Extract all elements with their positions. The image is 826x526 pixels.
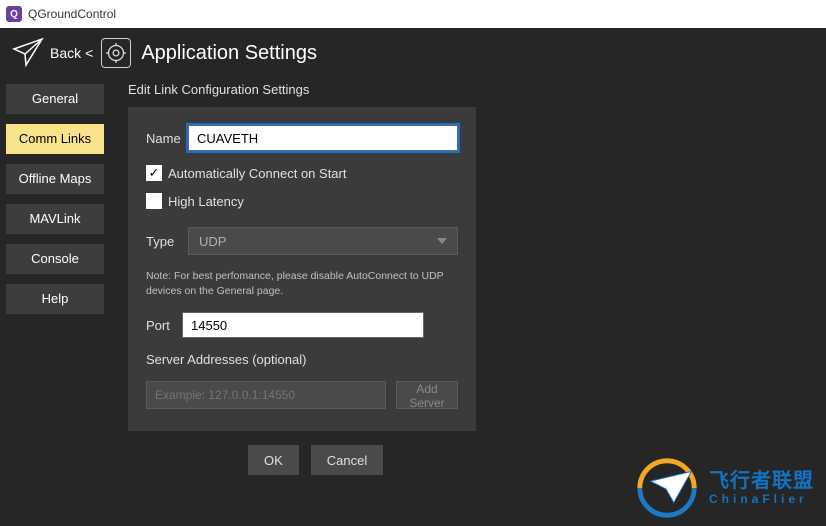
section-title: Edit Link Configuration Settings (128, 82, 826, 97)
watermark-en: ChinaFlier (709, 493, 808, 505)
sidebar-item-mavlink[interactable]: MAVLink (6, 204, 104, 234)
chevron-down-icon (437, 238, 447, 244)
page-title: Application Settings (141, 42, 317, 65)
server-address-input[interactable] (146, 381, 386, 409)
ok-button[interactable]: OK (248, 445, 299, 475)
type-label: Type (146, 234, 188, 249)
app-frame: Back < Application Settings General Comm… (0, 28, 826, 526)
name-label: Name (146, 131, 188, 146)
auto-connect-checkbox[interactable]: ✓ (146, 165, 162, 181)
paper-plane-icon[interactable] (12, 37, 44, 69)
gear-icon (106, 43, 126, 63)
back-chevron[interactable]: < (85, 45, 93, 61)
port-label: Port (146, 318, 182, 333)
high-latency-label: High Latency (168, 194, 244, 209)
name-input[interactable] (188, 125, 458, 151)
port-input[interactable] (182, 312, 424, 338)
settings-icon-box[interactable] (101, 38, 131, 68)
window-title: QGroundControl (28, 7, 116, 21)
type-selected: UDP (199, 234, 226, 249)
server-addresses-label: Server Addresses (optional) (146, 352, 458, 367)
globe-plane-icon (633, 454, 701, 522)
watermark-cn: 飞行者联盟 (709, 471, 814, 491)
sidebar-item-console[interactable]: Console (6, 244, 104, 274)
cancel-button[interactable]: Cancel (311, 445, 383, 475)
add-server-button[interactable]: Add Server (396, 381, 458, 409)
high-latency-checkbox[interactable] (146, 193, 162, 209)
window-titlebar: Q QGroundControl (0, 0, 826, 28)
type-select[interactable]: UDP (188, 227, 458, 255)
edit-link-panel: Name ✓ Automatically Connect on Start Hi… (128, 107, 476, 431)
sidebar-item-general[interactable]: General (6, 84, 104, 114)
auto-connect-label: Automatically Connect on Start (168, 166, 346, 181)
sidebar: General Comm Links Offline Maps MAVLink … (0, 78, 110, 475)
sidebar-item-comm-links[interactable]: Comm Links (6, 124, 104, 154)
sidebar-item-help[interactable]: Help (6, 284, 104, 314)
sidebar-item-offline-maps[interactable]: Offline Maps (6, 164, 104, 194)
performance-note: Note: For best perfomance, please disabl… (146, 269, 456, 298)
watermark: 飞行者联盟 ChinaFlier (633, 454, 814, 522)
back-label[interactable]: Back (50, 45, 81, 61)
app-icon: Q (6, 6, 22, 22)
header-bar: Back < Application Settings (0, 28, 826, 78)
